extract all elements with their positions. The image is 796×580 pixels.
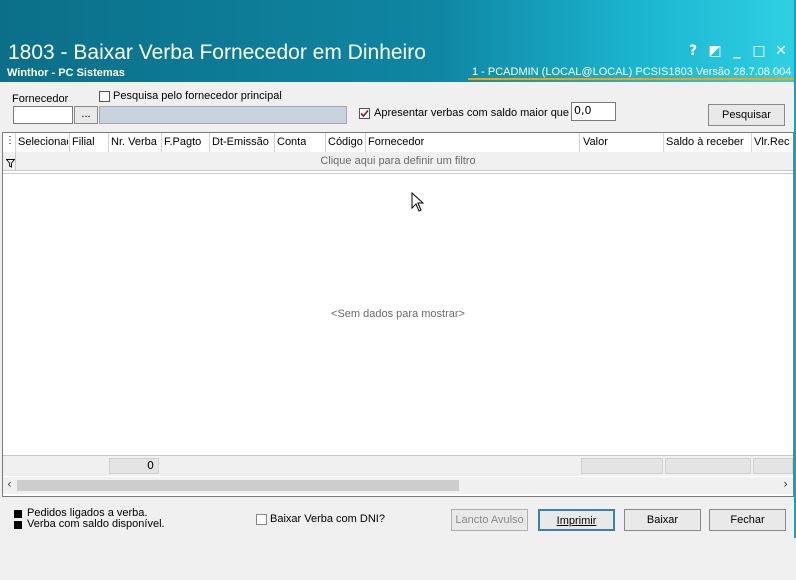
window-title: 1803 - Baixar Verba Fornecedor em Dinhei… [8,41,426,64]
baixar-dni-label: Baixar Verba com DNI? [270,513,385,525]
window-controls: ? ◩ _ □ ✕ [682,41,792,61]
minimize-button[interactable]: _ [726,41,748,61]
pesquisa-principal-label: Pesquisa pelo fornecedor principal [113,90,282,102]
col-vlr-rec[interactable]: Vlr.Rec [754,136,792,148]
footer-vlr-rec-total [753,458,793,474]
scroll-left-icon[interactable]: ‹ [7,477,12,491]
main-window: 1803 - Baixar Verba Fornecedor em Dinhei… [0,0,796,538]
grid-header: ⋮ Selecionado Filial Nr. Verba F.Pagto D… [3,133,793,153]
session-info: 1 - PCADMIN (LOCAL@LOCAL) PCSIS1803 Vers… [468,66,796,80]
fornecedor-code-input[interactable] [13,106,73,124]
footer-count: 0 [109,458,159,474]
verbas-grid: ⋮ Selecionado Filial Nr. Verba F.Pagto D… [2,132,794,497]
col-codigo[interactable]: Código [328,136,363,148]
help-button[interactable]: ? [682,41,704,61]
scroll-thumb[interactable] [17,480,459,491]
footer-valor-total [581,458,663,474]
saldo-input[interactable]: 0,0 [571,102,616,121]
col-fpagto[interactable]: F.Pagto [164,136,201,148]
fechar-button[interactable]: Fechar [709,509,786,531]
fornecedor-label: Fornecedor [12,93,69,105]
check-mark-icon [360,109,369,118]
maximize-button[interactable]: □ [748,41,770,61]
baixar-button[interactable]: Baixar [624,509,701,531]
col-nr-verba[interactable]: Nr. Verba [111,136,157,148]
col-saldo-receber[interactable]: Saldo à receber [666,136,744,148]
col-valor[interactable]: Valor [583,136,608,148]
legend-saldo-label: Verba com saldo disponível. [27,518,165,530]
apresentar-label: Apresentar verbas com saldo maior que [374,107,570,119]
horizontal-scrollbar[interactable]: ‹ › [3,477,793,494]
legend-pedidos-swatch [14,510,22,518]
mouse-cursor-icon [411,192,425,212]
lancto-avulso-button[interactable]: Lancto Avulso [451,509,528,531]
footer-saldo-total [665,458,751,474]
col-conta[interactable]: Conta [277,136,306,148]
fornecedor-lookup-button[interactable]: ... [74,106,98,124]
legend-saldo-swatch [14,521,22,529]
filter-row[interactable]: Clique aqui para definir um filtro [3,152,793,171]
imprimir-button[interactable]: Imprimir [538,509,615,531]
col-selecionado[interactable]: Selecionado [18,136,68,148]
baixar-dni-checkbox[interactable] [256,514,267,525]
empty-message: <Sem dados para mostrar> [331,308,465,320]
fornecedor-name-field [99,106,347,124]
restore-alt-button[interactable]: ◩ [704,41,726,61]
apresentar-checkbox[interactable] [359,108,370,119]
col-fornecedor[interactable]: Fornecedor [368,136,424,148]
column-chooser-icon[interactable]: ⋮ [5,135,15,146]
title-bar: 1803 - Baixar Verba Fornecedor em Dinhei… [0,0,796,82]
window-subtitle: Winthor - PC Sistemas [7,67,125,79]
desktop-area [0,538,796,580]
col-filial[interactable]: Filial [72,136,95,148]
grid-footer: 0 [3,455,793,476]
close-button[interactable]: ✕ [770,41,792,61]
col-dt-emissao[interactable]: Dt-Emissão [212,136,269,148]
scroll-right-icon[interactable]: › [783,477,788,491]
pesquisa-principal-checkbox[interactable] [99,91,110,102]
pesquisar-button[interactable]: Pesquisar [708,104,785,126]
filter-prompt[interactable]: Clique aqui para definir um filtro [3,155,793,167]
